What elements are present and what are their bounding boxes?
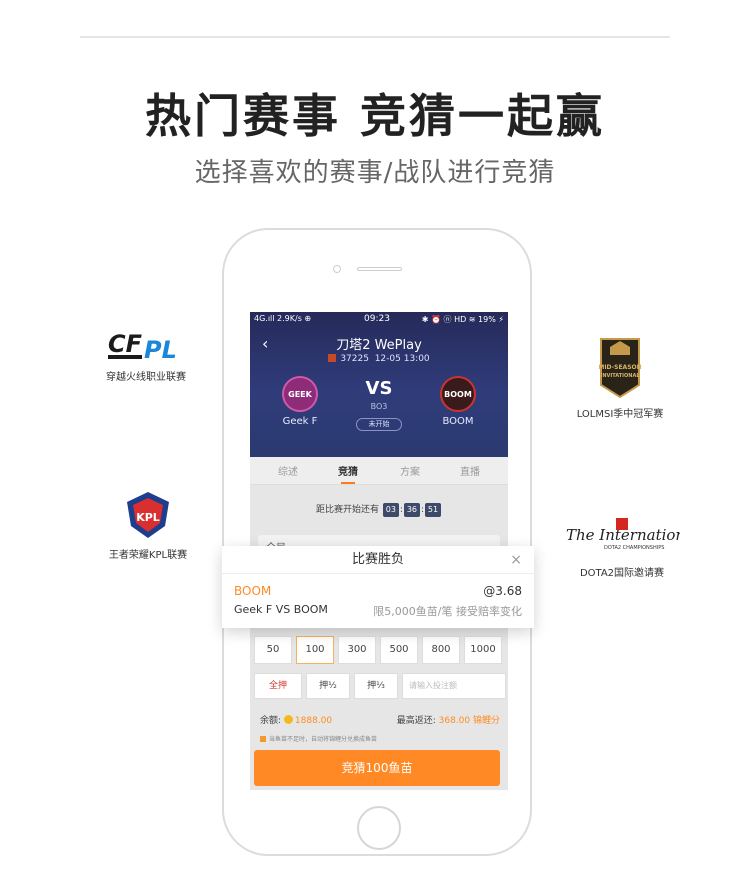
- countdown-seconds: 51: [424, 503, 441, 517]
- tab-bar: 综述 竞猜 方案 直播: [250, 457, 508, 485]
- bet-popup-card: 比赛胜负 × BOOM @3.68 Geek F VS BOOM 限5,000鱼…: [222, 546, 534, 628]
- amount-500-button[interactable]: 500: [380, 636, 418, 664]
- countdown: 距比赛开始还有 03:36:51: [250, 502, 508, 517]
- svg-text:DOTA2 CHAMPIONSHIPS: DOTA2 CHAMPIONSHIPS: [604, 545, 664, 551]
- match-header: 4G.ıll 2.9K/s ⊕ 09:23 ✱ ⏰ ⓝ HD ≋ 19% ⚡ ‹…: [250, 312, 508, 457]
- max-return-label: 最高返还:: [396, 716, 436, 726]
- amount-options: 50 100 300 500 800 1000: [254, 636, 506, 664]
- headline: 热门赛事 竞猜一起赢: [144, 89, 605, 143]
- half-stake-button[interactable]: 押½: [306, 673, 350, 699]
- league-kpl: KPL 王者荣耀KPL联赛: [108, 490, 188, 561]
- countdown-hours: 03: [382, 503, 399, 517]
- svg-text:MID-SEASON: MID-SEASON: [598, 364, 641, 371]
- msi-logo-icon: MID-SEASON INVITATIONAL: [598, 338, 642, 399]
- cfpl-logo-icon: CF PL: [108, 330, 177, 362]
- league-lolmsi: MID-SEASON INVITATIONAL LOLMSI季中冠军赛: [570, 335, 670, 420]
- max-return-value: 368.00 锦鲤分: [438, 716, 500, 726]
- max-return: 最高返还: 368.00 锦鲤分: [397, 713, 500, 726]
- league-lolmsi-label: LOLMSI季中冠军赛: [576, 409, 664, 420]
- kpl-logo-icon: KPL: [127, 492, 169, 538]
- amount-50-button[interactable]: 50: [254, 636, 292, 664]
- close-icon[interactable]: ×: [510, 552, 522, 568]
- countdown-minutes: 36: [403, 503, 420, 517]
- league-cfpl: CF PL 穿越火线职业联赛: [100, 328, 192, 383]
- popup-title: 比赛胜负: [222, 546, 534, 574]
- phone-frame: 4G.ıll 2.9K/s ⊕ 09:23 ✱ ⏰ ⓝ HD ≋ 19% ⚡ ‹…: [222, 228, 532, 856]
- team-a-name: Geek F: [282, 416, 318, 427]
- top-divider: [80, 36, 670, 38]
- stake-options: 全押 押½ 押⅓ 请输入投注额: [254, 673, 506, 699]
- match-date: 12-05 13:00: [374, 354, 430, 364]
- balance-row: 余额: 1888.00 最高返还: 368.00 锦鲤分: [260, 713, 500, 726]
- status-icons: ✱ ⏰ ⓝ HD ≋ 19% ⚡: [421, 315, 504, 324]
- tab-plan[interactable]: 方案: [380, 463, 440, 478]
- league-kpl-label: 王者荣耀KPL联赛: [108, 550, 188, 561]
- amount-800-button[interactable]: 800: [422, 636, 460, 664]
- front-camera-icon: [333, 265, 341, 273]
- status-bar: 4G.ıll 2.9K/s ⊕ 09:23 ✱ ⏰ ⓝ HD ≋ 19% ⚡: [250, 314, 508, 328]
- league-dota2: The International DOTA2 CHAMPIONSHIPS DO…: [562, 518, 682, 579]
- all-in-button[interactable]: 全押: [254, 673, 302, 699]
- popup-match: Geek F VS BOOM: [234, 603, 328, 616]
- svg-text:KPL: KPL: [136, 511, 160, 524]
- countdown-label: 距比赛开始还有: [316, 505, 380, 515]
- amount-1000-button[interactable]: 1000: [464, 636, 502, 664]
- popup-selected-team: BOOM: [234, 584, 272, 598]
- auto-exchange-text: 当鱼苗不足时，自动将锦鲤分兑换成鱼苗: [269, 736, 378, 743]
- match-meta: 37225 12-05 13:00: [250, 354, 508, 364]
- checkbox-icon[interactable]: [260, 736, 266, 742]
- tab-live[interactable]: 直播: [440, 463, 500, 478]
- tab-overview[interactable]: 综述: [258, 463, 318, 478]
- popup-limit: 限5,000鱼苗/笔 接受赔率变化: [373, 605, 522, 618]
- amount-300-button[interactable]: 300: [338, 636, 376, 664]
- league-dota2-label: DOTA2国际邀请赛: [579, 568, 665, 579]
- amount-100-button[interactable]: 100: [296, 636, 334, 664]
- popup-odds: @3.68: [483, 584, 522, 598]
- match-status-badge: 未开始: [356, 418, 402, 431]
- balance-label: 余额:: [260, 716, 282, 726]
- team-b-name: BOOM: [442, 416, 474, 427]
- match-title: 刀塔2 WePlay: [336, 338, 422, 353]
- league-cfpl-label: 穿越火线职业联赛: [106, 372, 186, 383]
- betting-panel: 距比赛开始还有 03:36:51 全局 50 100 300 500 800 1…: [250, 485, 508, 790]
- third-stake-button[interactable]: 押⅓: [354, 673, 398, 699]
- subhead: 选择喜欢的赛事/战队进行竞猜: [194, 158, 556, 188]
- dota2-flag-icon: [328, 354, 337, 362]
- speaker-grille: [357, 267, 402, 271]
- home-button[interactable]: [357, 806, 401, 850]
- auto-exchange-note[interactable]: 当鱼苗不足时，自动将锦鲤分兑换成鱼苗: [260, 734, 377, 743]
- team-b[interactable]: BOOM BOOM: [428, 376, 488, 427]
- match-id: 37225: [340, 354, 369, 364]
- place-bet-button[interactable]: 竞猜100鱼苗: [254, 750, 500, 786]
- status-signal: 4G.ıll 2.9K/s ⊕: [254, 314, 312, 323]
- balance-value: 1888.00: [294, 716, 333, 726]
- dota2-ti-logo-icon: The International DOTA2 CHAMPIONSHIPS: [566, 518, 680, 551]
- stake-input[interactable]: 请输入投注额: [402, 673, 506, 699]
- svg-text:PL: PL: [144, 336, 177, 362]
- team-b-logo-icon: BOOM: [440, 376, 476, 412]
- status-time: 09:23: [364, 314, 390, 324]
- coin-icon: [283, 715, 293, 724]
- tab-guess[interactable]: 竞猜: [318, 463, 378, 484]
- svg-text:CF: CF: [108, 330, 143, 358]
- svg-text:INVITATIONAL: INVITATIONAL: [600, 373, 640, 379]
